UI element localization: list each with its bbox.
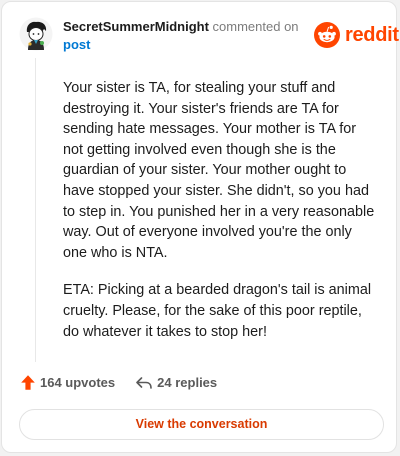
comment-header: SecretSummerMidnight commented on post [63, 18, 303, 54]
comment-body: Your sister is TA, for stealing your stu… [63, 78, 378, 359]
reddit-logo[interactable]: reddit [314, 22, 399, 48]
post-link[interactable]: post [63, 36, 303, 54]
comment-footer: 164 upvotes 24 replies [20, 374, 217, 391]
replies-count: 24 replies [157, 375, 218, 390]
reply-arrow-icon [136, 376, 152, 389]
upvote-arrow-icon [21, 375, 35, 390]
user-avatar[interactable] [19, 17, 53, 51]
reddit-wordmark: reddit [345, 24, 399, 46]
username-link[interactable]: SecretSummerMidnight [63, 19, 209, 34]
comment-paragraph: Your sister is TA, for stealing your stu… [63, 80, 375, 261]
thread-line[interactable] [35, 58, 36, 362]
comment-card: SecretSummerMidnight commented on post r… [1, 1, 399, 453]
comment-paragraph: ETA: Picking at a bearded dragon's tail … [63, 282, 372, 340]
upvotes-count: 164 upvotes [40, 375, 116, 390]
view-conversation-button[interactable]: View the conversation [19, 409, 384, 440]
reddit-snoo-icon [314, 22, 340, 48]
action-text: commented on [212, 19, 299, 34]
upvotes-stat[interactable]: 164 upvotes [20, 374, 115, 391]
avatar-icon [19, 17, 53, 51]
replies-stat[interactable]: 24 replies [135, 375, 217, 390]
